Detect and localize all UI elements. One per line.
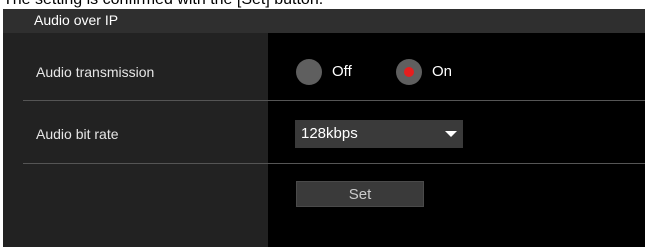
- chevron-down-icon: [445, 131, 457, 137]
- section-title: Audio over IP: [3, 9, 645, 33]
- audio-bit-rate-label: Audio bit rate: [36, 126, 119, 142]
- audio-transmission-label: Audio transmission: [36, 64, 155, 80]
- set-button[interactable]: Set: [296, 181, 424, 207]
- radio-off-label[interactable]: Off: [332, 63, 352, 80]
- audio-bit-rate-select[interactable]: 128kbps: [295, 120, 463, 148]
- divider: [23, 100, 645, 101]
- audio-over-ip-panel: Audio over IP Audio transmission Off On …: [3, 9, 645, 247]
- radio-on-label[interactable]: On: [432, 63, 452, 80]
- divider: [23, 163, 645, 164]
- instruction-text: The setting is confirmed with the [Set] …: [3, 0, 323, 9]
- radio-on[interactable]: [396, 59, 422, 85]
- audio-bit-rate-value: 128kbps: [301, 125, 358, 142]
- radio-off[interactable]: [296, 59, 322, 85]
